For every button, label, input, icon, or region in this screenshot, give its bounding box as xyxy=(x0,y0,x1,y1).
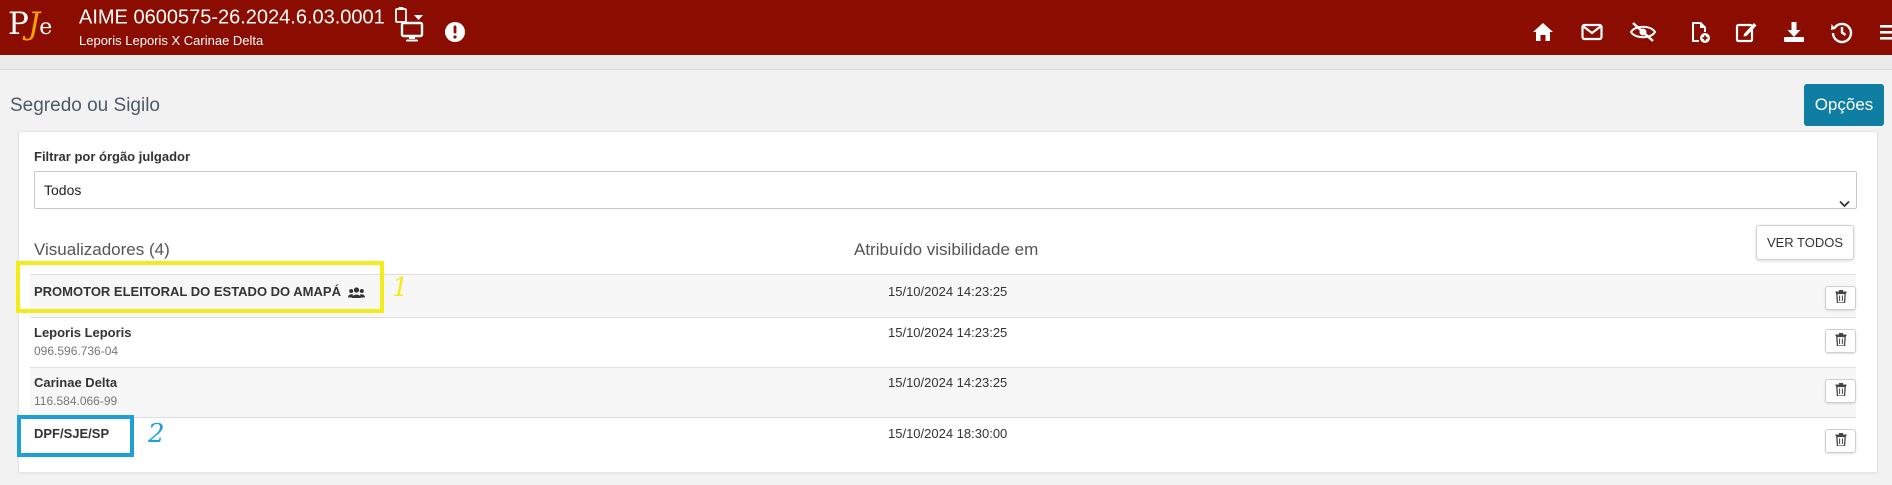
eye-slash-icon[interactable] xyxy=(1629,20,1657,44)
assigned-date: 15/10/2024 14:23:25 xyxy=(888,325,1008,340)
process-number-text: AIME 0600575-26.2024.6.03.0001 xyxy=(79,6,385,29)
home-icon[interactable] xyxy=(1531,20,1555,44)
table-row: Leporis Leporis 096.596.736-04 15/10/202… xyxy=(30,317,1856,367)
filter-selected-value: Todos xyxy=(44,182,82,198)
viewer-document: 116.584.066-99 xyxy=(34,394,118,408)
table-row: Carinae Delta 116.584.066-99 15/10/2024 … xyxy=(30,367,1856,417)
viewer-name: Leporis Leporis xyxy=(34,325,132,340)
delete-button[interactable] xyxy=(1825,429,1856,453)
options-button[interactable]: Opções xyxy=(1804,84,1884,126)
trash-icon xyxy=(1835,383,1846,397)
assigned-date: 15/10/2024 18:30:00 xyxy=(888,426,1008,441)
process-number[interactable]: AIME 0600575-26.2024.6.03.0001 xyxy=(79,6,423,30)
table-row: DPF/SJE/SP 15/10/2024 18:30:00 xyxy=(30,417,1856,465)
viewer-document: 096.596.736-04 xyxy=(34,344,119,358)
mail-icon[interactable] xyxy=(1580,20,1604,44)
assigned-date: 15/10/2024 14:23:25 xyxy=(888,375,1008,390)
trash-icon xyxy=(1835,290,1846,304)
see-all-button[interactable]: VER TODOS xyxy=(1756,225,1854,260)
viewer-name: Carinae Delta xyxy=(34,375,118,390)
breadcrumb-strip xyxy=(0,55,1892,70)
menu-icon[interactable] xyxy=(1878,20,1892,44)
alert-icon[interactable] xyxy=(443,20,467,44)
chevron-down-icon xyxy=(1839,185,1850,221)
column-header-viewers: Visualizadores (4) xyxy=(34,240,170,259)
annotation-label-2: 2 xyxy=(148,419,165,449)
pje-logo[interactable]: PJe xyxy=(8,5,54,43)
delete-button[interactable] xyxy=(1825,286,1856,310)
history-icon[interactable] xyxy=(1830,20,1854,44)
filter-select[interactable]: Todos xyxy=(34,171,1857,209)
filter-label: Filtrar por órgão julgador xyxy=(34,149,191,164)
page-title: Segredo ou Sigilo xyxy=(10,95,160,116)
file-add-icon[interactable] xyxy=(1687,20,1711,44)
edit-icon[interactable] xyxy=(1734,20,1758,44)
annotation-label-1: 1 xyxy=(392,273,409,303)
delete-button[interactable] xyxy=(1825,379,1856,403)
top-bar: PJe AIME 0600575-26.2024.6.03.0001 Lepor… xyxy=(0,0,1892,55)
column-header-assigned: Atribuído visibilidade em xyxy=(854,240,1039,259)
download-icon[interactable] xyxy=(1782,20,1806,44)
trash-icon xyxy=(1835,433,1846,447)
annotation-box-2 xyxy=(17,415,134,457)
monitor-icon[interactable] xyxy=(400,20,424,44)
assigned-date: 15/10/2024 14:23:25 xyxy=(888,284,1008,299)
annotation-box-1 xyxy=(16,261,384,313)
trash-icon xyxy=(1835,333,1846,347)
delete-button[interactable] xyxy=(1825,329,1856,353)
process-parties: Leporis Leporis X Carinae Delta xyxy=(79,33,264,48)
